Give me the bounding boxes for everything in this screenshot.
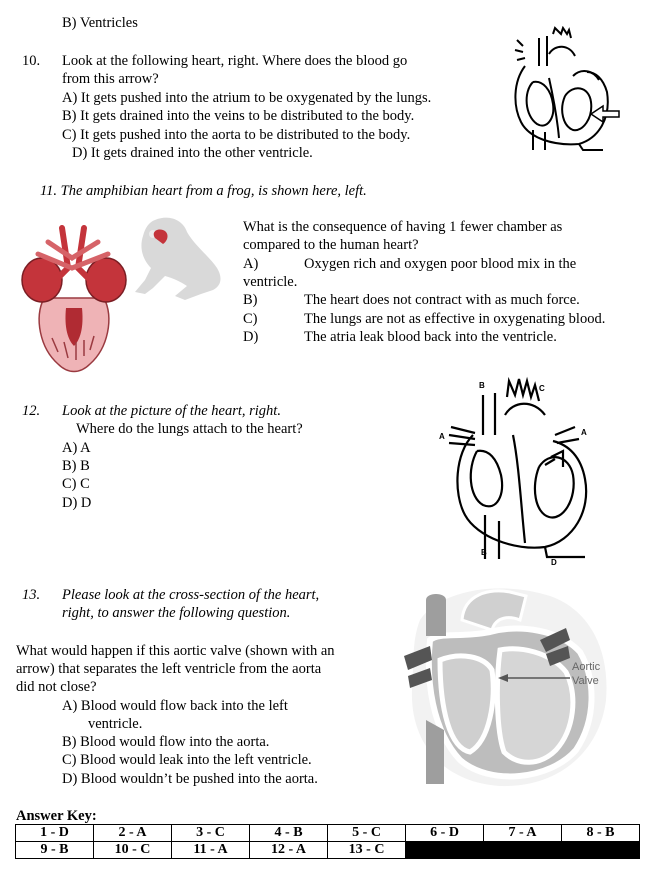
q10-option-a: A) It gets pushed into the atrium to be … [62, 90, 432, 106]
q12-label-a-right: A [581, 428, 587, 437]
q13-stem-line2: arrow) that separates the left ventricle… [16, 661, 322, 677]
aortic-label-line1: Aortic [572, 661, 601, 673]
answer-key-cell: 11 - A [170, 841, 251, 859]
q13-intro-line2: right, to answer the following question. [62, 605, 291, 621]
answer-key-cell: 12 - A [249, 841, 329, 859]
q11-option-b-text: The heart does not contract with as much… [304, 292, 580, 308]
answer-key-cell: 3 - C [170, 824, 251, 842]
answer-key-cell: 4 - B [249, 824, 329, 842]
q10-stem-line1: Look at the following heart, right. Wher… [62, 53, 408, 69]
q12-stem-line1: Look at the picture of the heart, right. [62, 403, 281, 419]
q12-label-a-left: A [439, 432, 445, 441]
answer-key-row: 9 - B 10 - C 11 - A 12 - A 13 - C [15, 841, 640, 859]
aortic-label-line2: Valve [572, 675, 599, 687]
q12-option-a: A) A [62, 440, 91, 456]
q11-option-c-text: The lungs are not as effective in oxygen… [304, 311, 606, 327]
q11-option-a-letter: A) [243, 256, 259, 272]
frog-heart-diagram [21, 225, 127, 373]
q12-label-c: C [539, 384, 545, 393]
answer-key-cell: 6 - D [405, 824, 485, 842]
q10-option-c: C) It gets pushed into the aorta to be d… [62, 127, 411, 143]
q9-option-b: B) Ventricles [62, 15, 138, 31]
q13-intro-line1: Please look at the cross-section of the … [62, 587, 320, 603]
q12-label-b-bottom: B [481, 548, 487, 557]
q11-stem-line2: compared to the human heart? [243, 237, 419, 253]
q11-option-a-text: Oxygen rich and oxygen poor blood mix in… [304, 256, 577, 272]
answer-key-cell: 10 - C [92, 841, 173, 859]
q12-option-c: C) C [62, 476, 90, 492]
q10-option-b: B) It gets drained into the veins to be … [62, 108, 415, 124]
q12-number: 12. [22, 403, 41, 419]
q10-stem-line2: from this arrow? [62, 71, 159, 87]
answer-key-row: 1 - D 2 - A 3 - C 4 - B 5 - C 6 - D 7 - … [15, 824, 640, 842]
answer-key-cell: 5 - C [327, 824, 407, 842]
q11-option-d-text: The atria leak blood back into the ventr… [304, 329, 557, 345]
answer-key-blank-cell [405, 841, 640, 859]
q13-option-a-line1: A) Blood would flow back into the left [62, 698, 288, 714]
q13-stem-line1: What would happen if this aortic valve (… [16, 643, 335, 659]
q13-option-b: B) Blood would flow into the aorta. [62, 734, 270, 750]
answer-key-cell: 7 - A [483, 824, 563, 842]
q11-option-c-letter: C) [243, 311, 258, 327]
answer-key-table: 1 - D 2 - A 3 - C 4 - B 5 - C 6 - D 7 - … [15, 824, 640, 859]
q13-option-a-line2: ventricle. [88, 716, 143, 732]
q12-option-b: B) B [62, 458, 90, 474]
q10-number: 10. [22, 53, 41, 69]
q12-label-d: D [551, 558, 557, 567]
frog-silhouette-icon [135, 217, 221, 300]
answer-key-cell: 2 - A [92, 824, 173, 842]
q10-option-d: D) It gets drained into the other ventri… [72, 145, 313, 161]
answer-key-cell: 1 - D [15, 824, 94, 842]
q11-intro: 11. The amphibian heart from a frog, is … [40, 183, 367, 199]
q12-stem-line2: Where do the lungs attach to the heart? [76, 421, 303, 437]
q11-stem-line1: What is the consequence of having 1 fewe… [243, 219, 563, 235]
answer-key-cell: 8 - B [561, 824, 640, 842]
q12-heart-diagram: B C A A B D [439, 376, 588, 567]
q13-option-c: C) Blood would leak into the left ventri… [62, 752, 312, 768]
answer-key-cell: 9 - B [15, 841, 94, 859]
q12-label-b-top: B [479, 381, 485, 390]
answer-key-title: Answer Key: [16, 808, 97, 824]
q13-stem-line3: did not close? [16, 679, 97, 695]
q13-heart-cross-section: Aortic Valve [404, 588, 607, 787]
q12-option-d: D) D [62, 495, 92, 511]
q11-option-a-cont: ventricle. [243, 274, 298, 290]
q10-heart-diagram [514, 26, 620, 151]
q13-option-d: D) Blood wouldn’t be pushed into the aor… [62, 771, 318, 787]
answer-key-cell: 13 - C [327, 841, 407, 859]
q11-option-d-letter: D) [243, 329, 259, 345]
q11-option-b-letter: B) [243, 292, 258, 308]
q13-number: 13. [22, 587, 41, 603]
